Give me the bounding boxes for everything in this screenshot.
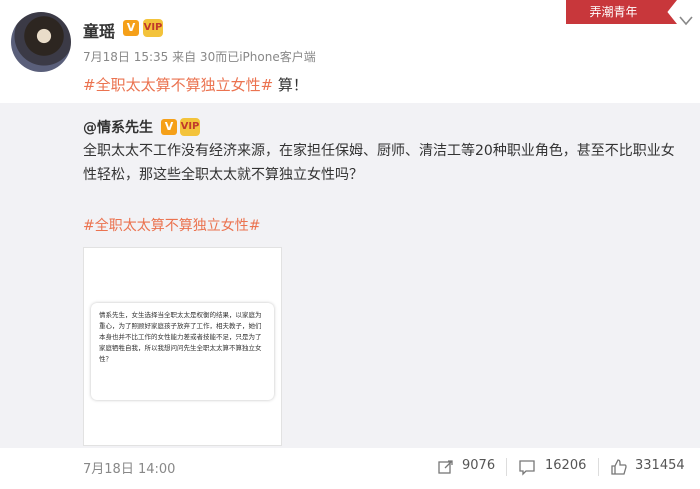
divider (598, 458, 599, 476)
divider (506, 458, 507, 476)
chevron-down-icon[interactable] (678, 14, 694, 28)
repost-icon (438, 460, 453, 474)
like-button[interactable]: 331454 (610, 458, 690, 476)
comment-button[interactable]: 16206 (518, 458, 588, 476)
post-username[interactable]: 童瑶 (83, 18, 115, 42)
post-hashtag-link[interactable]: #全职太太算不算独立女性# (83, 76, 273, 94)
verified-badge: V (123, 20, 139, 36)
repost-image[interactable]: 情系先生，女生选择当全职太太是权衡的结果，以家庭为重心，为了照顾好家庭孩子放弃了… (83, 247, 282, 446)
repost-username[interactable]: @情系先生 (83, 117, 153, 137)
image-text: 情系先生，女生选择当全职太太是权衡的结果，以家庭为重心，为了照顾好家庭孩子放弃了… (99, 311, 262, 363)
post-text: #全职太太算不算独立女性# 算！ (83, 74, 308, 95)
thumbs-up-icon (611, 459, 627, 475)
image-chat-bubble: 情系先生，女生选择当全职太太是权衡的结果，以家庭为重心，为了照顾好家庭孩子放弃了… (91, 303, 274, 400)
like-count: 331454 (635, 458, 685, 473)
repost-text: 全职太太不工作没有经济来源，在家担任保姆、厨师、清洁工等20种职业角色，甚至不比… (83, 143, 675, 183)
repost-count: 9076 (462, 458, 496, 473)
avatar[interactable] (11, 12, 71, 72)
repost-time[interactable]: 7月18日 14:00 (83, 458, 175, 477)
comment-icon (519, 460, 535, 476)
brand-ribbon: 弄潮青年 (566, 0, 661, 24)
repost-vip-badge: VIP (180, 118, 200, 136)
post-text-suffix: 算！ (273, 76, 308, 94)
comment-count: 16206 (545, 458, 587, 473)
vip-badge: VIP (143, 19, 163, 37)
post-meta: 7月18日 15:35 来自 30而已iPhone客户端 (83, 50, 316, 64)
repost-button[interactable]: 9076 (437, 458, 497, 476)
repost-verified-badge: V (161, 119, 177, 135)
repost-hashtag-link[interactable]: #全职太太算不算独立女性# (83, 215, 260, 235)
